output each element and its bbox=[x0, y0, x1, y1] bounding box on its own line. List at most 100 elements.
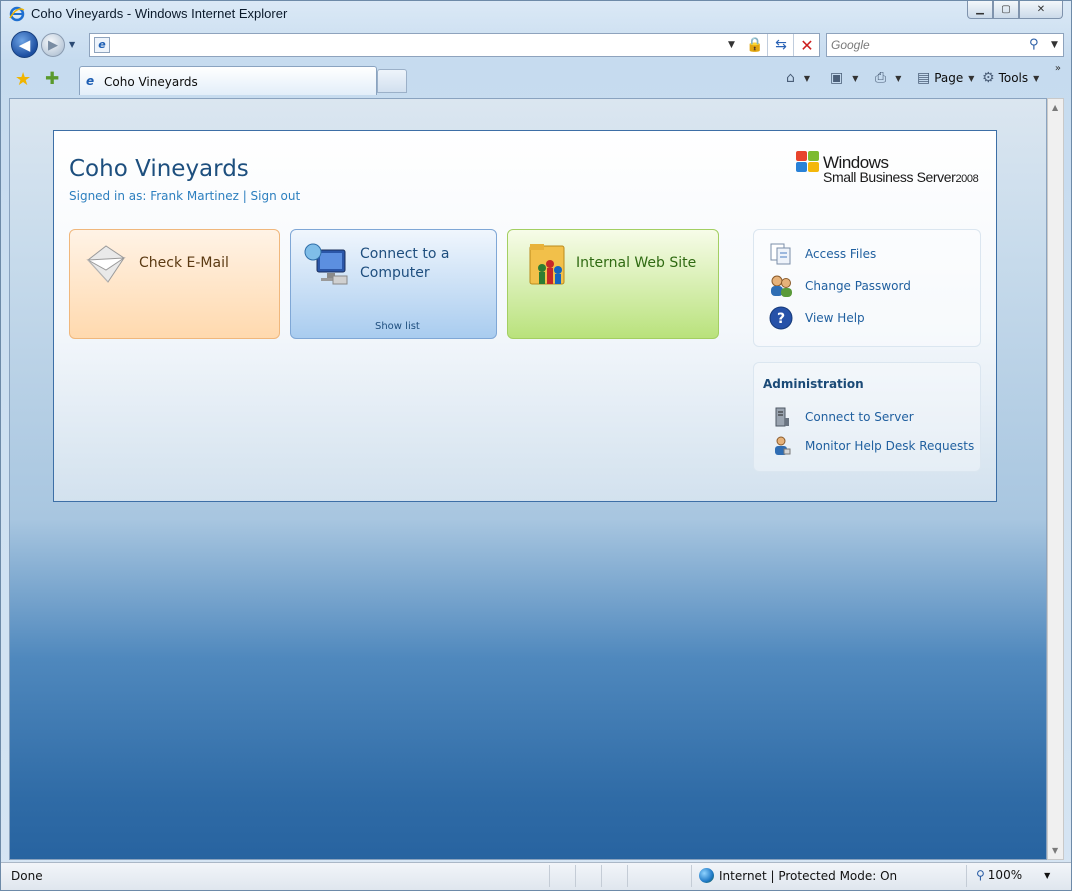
monitor-help-desk-link[interactable]: Monitor Help Desk Requests bbox=[768, 434, 974, 458]
users-icon bbox=[768, 274, 794, 298]
logo-product-line: Small Business Server2008 bbox=[823, 169, 979, 185]
computer-icon bbox=[304, 243, 348, 285]
internal-web-site-label: Internal Web Site bbox=[576, 255, 697, 271]
internal-web-site-tile[interactable]: Internal Web Site bbox=[507, 229, 719, 339]
tools-menu-button[interactable]: ⚙ Tools ▼ bbox=[982, 70, 1039, 86]
new-tab-button[interactable] bbox=[377, 69, 407, 93]
signed-in-line: Signed in as: Frank Martinez | Sign out bbox=[69, 189, 300, 203]
quick-links-box: Access Files Change Password ? View Help bbox=[753, 229, 981, 347]
sign-out-link[interactable]: Sign out bbox=[251, 189, 301, 203]
page-menu-icon: ▤ bbox=[917, 70, 931, 86]
favorites-star-icon: ★ bbox=[15, 69, 32, 90]
flag-blue-pane bbox=[796, 162, 807, 172]
change-password-link[interactable]: Change Password bbox=[768, 274, 911, 298]
zoom-control[interactable]: ⚲ 100% ▼ bbox=[976, 868, 1050, 882]
address-divider bbox=[767, 34, 768, 56]
home-dropdown-icon: ▼ bbox=[803, 73, 811, 83]
title-bar: Coho Vineyards - Windows Internet Explor… bbox=[1, 1, 1071, 27]
windows-flag-icon bbox=[796, 151, 820, 173]
minimize-icon: ▁ bbox=[976, 4, 984, 15]
zoom-level: 100% bbox=[987, 868, 1023, 882]
favorites-center-button[interactable]: ★ bbox=[15, 69, 31, 90]
forward-button[interactable]: ▶ bbox=[41, 33, 65, 57]
back-button[interactable]: ◀ bbox=[11, 31, 38, 58]
ie-logo-icon bbox=[9, 6, 25, 22]
page-viewport: Coho Vineyards Signed in as: Frank Marti… bbox=[9, 98, 1047, 860]
remote-web-workplace-panel: Coho Vineyards Signed in as: Frank Marti… bbox=[53, 130, 997, 502]
close-icon: ✕ bbox=[1036, 4, 1046, 15]
signed-in-separator: | bbox=[238, 189, 251, 203]
files-icon bbox=[768, 242, 794, 266]
back-arrow-icon: ◀ bbox=[18, 35, 31, 54]
view-help-label: View Help bbox=[805, 311, 865, 325]
tab-ie-icon: e bbox=[86, 74, 95, 88]
add-to-favorites-button[interactable]: ✚ bbox=[45, 69, 59, 89]
logo-year-text: 2008 bbox=[955, 173, 979, 185]
status-divider bbox=[601, 865, 602, 887]
toolbar-overflow-chevron[interactable]: » bbox=[1055, 63, 1061, 74]
gear-icon: ⚙ bbox=[982, 70, 995, 86]
address-bar: e ▼ 🔒 ⇆ ✕ bbox=[89, 33, 820, 57]
lock-icon[interactable]: 🔒 bbox=[746, 37, 764, 55]
page-menu-label: Page bbox=[934, 71, 964, 85]
help-icon: ? bbox=[768, 306, 794, 330]
window-title: Coho Vineyards - Windows Internet Explor… bbox=[31, 6, 288, 21]
home-button[interactable]: ⌂ ▼ bbox=[786, 70, 810, 86]
feeds-dropdown-icon: ▼ bbox=[852, 73, 859, 83]
close-button[interactable]: ✕ bbox=[1019, 1, 1063, 19]
show-list-link[interactable]: Show list bbox=[375, 321, 420, 332]
stop-button[interactable]: ✕ bbox=[798, 36, 816, 55]
search-box: ⚲ ▼ bbox=[826, 33, 1064, 57]
feeds-button[interactable]: ▣ ▼ bbox=[830, 70, 858, 86]
status-divider bbox=[966, 865, 967, 887]
search-input[interactable] bbox=[831, 36, 1027, 54]
page-menu-button[interactable]: ▤ Page ▼ bbox=[917, 70, 974, 86]
search-button[interactable]: ⚲ bbox=[1029, 37, 1039, 52]
refresh-button[interactable]: ⇆ bbox=[772, 37, 790, 55]
search-icon: ⚲ bbox=[1029, 37, 1039, 52]
status-divider bbox=[549, 865, 550, 887]
access-files-link[interactable]: Access Files bbox=[768, 242, 876, 266]
flag-yellow-pane bbox=[808, 162, 819, 172]
minimize-button[interactable]: ▁ bbox=[967, 1, 993, 19]
print-dropdown-icon: ▼ bbox=[895, 73, 902, 83]
status-text: Done bbox=[11, 869, 43, 883]
tab-active[interactable]: e Coho Vineyards bbox=[79, 66, 377, 95]
envelope-icon bbox=[86, 245, 126, 283]
address-dropdown[interactable]: ▼ bbox=[728, 40, 735, 50]
access-files-label: Access Files bbox=[805, 247, 877, 261]
maximize-button[interactable]: ▢ bbox=[993, 1, 1019, 19]
address-input[interactable] bbox=[114, 36, 724, 54]
status-bar: Done Internet | Protected Mode: On ⚲ 100… bbox=[1, 862, 1071, 890]
vertical-scrollbar[interactable]: ▲ ▼ bbox=[1047, 98, 1064, 860]
print-button[interactable]: ⎙ ▼ bbox=[875, 70, 901, 86]
security-zone[interactable]: Internet | Protected Mode: On bbox=[699, 868, 897, 883]
server-icon bbox=[768, 405, 794, 429]
forward-arrow-icon: ▶ bbox=[48, 37, 58, 53]
add-favorite-icon: ✚ bbox=[45, 69, 60, 89]
tab-bar: ★ ✚ e Coho Vineyards ⌂ ▼ ▣ ▼ ⎙ ▼ ▤ Page ▼ ⚙… bbox=[1, 63, 1071, 97]
scroll-up-arrow-icon[interactable]: ▲ bbox=[1052, 103, 1058, 112]
scroll-down-arrow-icon[interactable]: ▼ bbox=[1052, 846, 1058, 855]
change-password-label: Change Password bbox=[805, 279, 911, 293]
logo-product-text: Small Business Server bbox=[823, 169, 956, 185]
web-site-icon bbox=[529, 244, 565, 285]
status-divider bbox=[691, 865, 692, 887]
user-name-link[interactable]: Frank Martinez bbox=[150, 189, 239, 203]
search-options-dropdown[interactable]: ▼ bbox=[1051, 40, 1058, 50]
tab-label: Coho Vineyards bbox=[104, 75, 198, 89]
window-controls: ▁ ▢ ✕ bbox=[967, 1, 1063, 19]
recent-pages-dropdown[interactable]: ▼ bbox=[69, 40, 75, 49]
zoom-dropdown-icon: ▼ bbox=[1044, 870, 1051, 880]
connect-to-computer-tile[interactable]: Connect to a Computer Show list bbox=[290, 229, 497, 339]
zoom-magnifier-icon: ⚲ bbox=[976, 868, 985, 882]
connect-to-server-link[interactable]: Connect to Server bbox=[768, 405, 914, 429]
windows-sbs-logo: Windows Small Business Server2008 bbox=[796, 151, 982, 191]
check-email-label: Check E-Mail bbox=[139, 255, 229, 271]
check-email-tile[interactable]: Check E-Mail bbox=[69, 229, 280, 339]
address-divider bbox=[793, 34, 794, 56]
view-help-link[interactable]: ? View Help bbox=[768, 306, 865, 330]
maximize-icon: ▢ bbox=[1001, 4, 1011, 15]
flag-red-pane bbox=[796, 151, 807, 161]
help-desk-icon bbox=[768, 434, 794, 458]
